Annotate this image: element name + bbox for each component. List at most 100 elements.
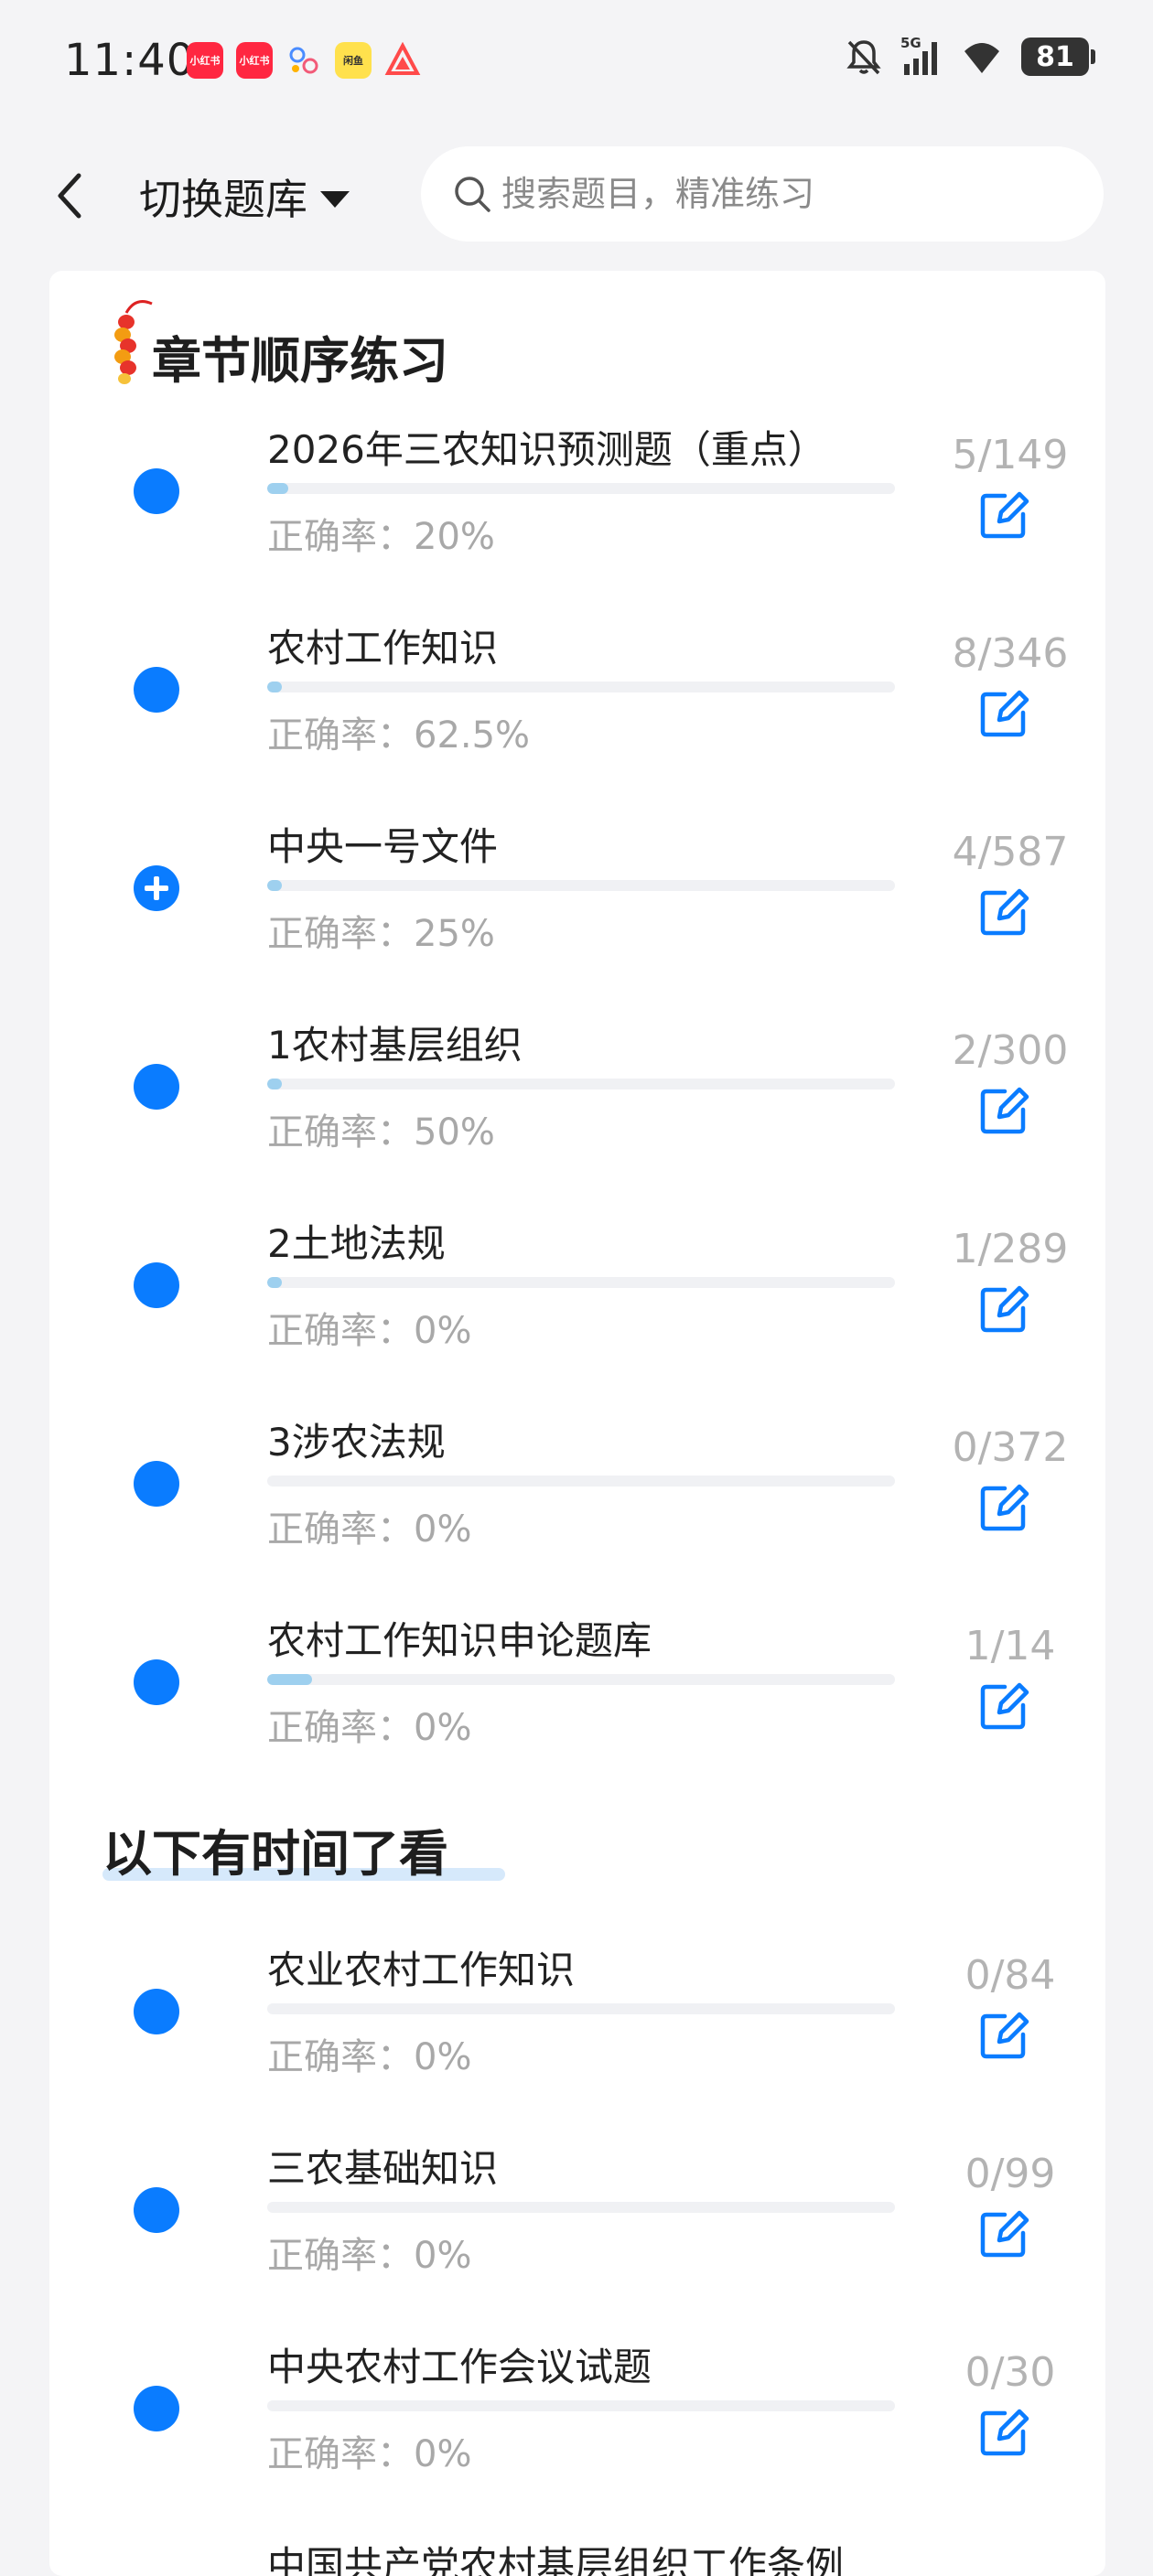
item-title: 2土地法规 [267, 1221, 446, 1266]
battery-icon: 81 [1021, 38, 1095, 76]
progress-count: 5/149 [952, 432, 1069, 478]
section-title-chapter-practice: 章节顺序练习 [152, 332, 448, 390]
xiaohongshu-app-icon: 小红书 [187, 42, 223, 79]
switch-library-button[interactable]: 切换题库 [139, 166, 350, 227]
status-dot-icon [134, 667, 179, 713]
status-dot-icon [134, 1989, 179, 2034]
edit-icon[interactable] [977, 1283, 1032, 1334]
accuracy-text: 正确率：0% [267, 2036, 472, 2078]
progress-track [267, 1079, 895, 1089]
edit-icon[interactable] [977, 2406, 1032, 2457]
status-dot-icon [134, 2386, 179, 2431]
progress-count: 0/372 [952, 1424, 1069, 1471]
status-dot-icon [134, 1064, 179, 1110]
list-item[interactable]: 农村工作知识申论题库 正确率：0% 1/14 [49, 1603, 1105, 1800]
item-title: 中央一号文件 [267, 824, 499, 869]
list-item[interactable]: 三农基础知识 正确率：0% 0/99 [49, 2131, 1105, 2328]
progress-track [267, 483, 895, 494]
progress-fill [267, 880, 283, 891]
item-title: 中央农村工作会议试题 [267, 2345, 652, 2389]
progress-count: 0/84 [964, 1952, 1056, 1999]
list-item[interactable]: 3涉农法规正确率：0% 0/372 [49, 1404, 1105, 1602]
progress-track [267, 2400, 895, 2411]
caret-down-icon [320, 191, 350, 208]
progress-track [267, 1476, 895, 1487]
switch-library-label: 切换题库 [139, 175, 307, 224]
progress-track [267, 880, 895, 891]
progress-count: 1/14 [964, 1623, 1056, 1669]
progress-count: 2/300 [952, 1027, 1069, 1074]
accuracy-text: 正确率：62.5% [267, 714, 531, 757]
status-dot-icon [134, 1461, 179, 1507]
progress-track [267, 2003, 895, 2014]
search-icon [455, 177, 490, 212]
chevron-left-icon[interactable] [51, 170, 88, 221]
molecule-app-icon [286, 42, 322, 79]
status-dot-icon [134, 2187, 179, 2233]
accuracy-text: 正确率：20% [267, 516, 495, 558]
notification-icons: 小红书 小红书 闲鱼 [187, 42, 421, 79]
progress-count: 1/289 [952, 1226, 1069, 1272]
accuracy-text: 正确率：50% [267, 1111, 495, 1154]
item-title: 3涉农法规 [267, 1420, 446, 1465]
edit-icon[interactable] [977, 2009, 1032, 2060]
edit-icon[interactable] [977, 886, 1032, 937]
edit-icon[interactable] [977, 687, 1032, 738]
accuracy-text: 正确率：0% [267, 1707, 472, 1749]
accuracy-text: 正确率：25% [267, 913, 495, 955]
status-time: 11:40 [64, 35, 196, 86]
firecracker-icon [114, 300, 153, 384]
list-item[interactable]: 中央农村工作会议试题 正确率：0% 0/30 [49, 2329, 1105, 2527]
progress-track [267, 2202, 895, 2213]
progress-count: 0/30 [964, 2349, 1056, 2396]
section-title-later: 以下有时间了看 [102, 1825, 448, 1883]
progress-fill [267, 1277, 283, 1288]
system-icons: 5G 81 [844, 35, 1095, 77]
search-bar[interactable] [421, 146, 1104, 242]
edit-icon[interactable] [977, 1481, 1032, 1532]
item-title: 农村工作知识申论题库 [267, 1618, 652, 1663]
progress-fill [267, 483, 289, 494]
progress-fill [267, 1079, 283, 1089]
progress-count: 4/587 [952, 829, 1069, 875]
item-title: 农业农村工作知识 [267, 1948, 576, 1992]
progress-track [267, 1277, 895, 1288]
practice-card: 章节顺序练习 2026年三农知识预测题（重点） 正确率：20% 5/149 农村工作知… [49, 271, 1105, 2576]
cellular-signal-icon: 5G [900, 35, 943, 77]
progress-track [267, 1674, 895, 1685]
accuracy-text: 正确率：0% [267, 2433, 472, 2475]
list-item[interactable]: 农村工作知识 正确率：62.5% 8/346 [49, 610, 1105, 808]
edit-icon[interactable] [977, 1680, 1032, 1731]
list-item[interactable]: 农业农村工作知识 正确率：0% 0/84 [49, 1932, 1105, 2130]
mute-bell-icon [846, 40, 881, 75]
list-item[interactable]: 中国共产党农村基层组织工作条例 [49, 2528, 1105, 2576]
item-title: 三农基础知识 [267, 2146, 499, 2191]
status-bar: 11:40 小红书 小红书 闲鱼 5G 81 [0, 0, 1153, 124]
accuracy-text: 正确率：0% [267, 2235, 472, 2277]
accuracy-text: 正确率：0% [267, 1310, 472, 1352]
edit-icon[interactable] [977, 1084, 1032, 1135]
edit-icon[interactable] [977, 2207, 1032, 2259]
plus-circle-icon [134, 865, 179, 911]
progress-track [267, 682, 895, 692]
yellow-app-icon: 闲鱼 [335, 42, 372, 79]
wifi-icon [964, 43, 999, 73]
progress-count: 0/99 [964, 2151, 1056, 2197]
status-dot-icon [134, 1262, 179, 1308]
list-item[interactable]: 中央一号文件 正确率：25% 4/587 [49, 809, 1105, 1006]
list-item[interactable]: 2土地法规正确率：0% 1/289 [49, 1206, 1105, 1403]
progress-fill [267, 682, 283, 692]
item-title: 1农村基层组织 [267, 1023, 523, 1068]
accuracy-text: 正确率：0% [267, 1508, 472, 1551]
progress-fill [267, 1674, 312, 1685]
edit-icon[interactable] [977, 488, 1032, 540]
item-title: 2026年三农知识预测题（重点） [267, 427, 826, 472]
list-item[interactable]: 1农村基层组织 正确率：50% 2/300 [49, 1007, 1105, 1205]
xiaohongshu-app-icon-2: 小红书 [236, 42, 273, 79]
search-input[interactable] [500, 173, 1052, 215]
item-title: 农村工作知识 [267, 626, 499, 671]
list-item[interactable]: 2026年三农知识预测题（重点） 正确率：20% 5/149 [49, 412, 1105, 609]
item-title: 中国共产党农村基层组织工作条例 [267, 2543, 845, 2576]
triangle-app-icon [384, 42, 421, 79]
status-dot-icon [134, 1659, 179, 1705]
